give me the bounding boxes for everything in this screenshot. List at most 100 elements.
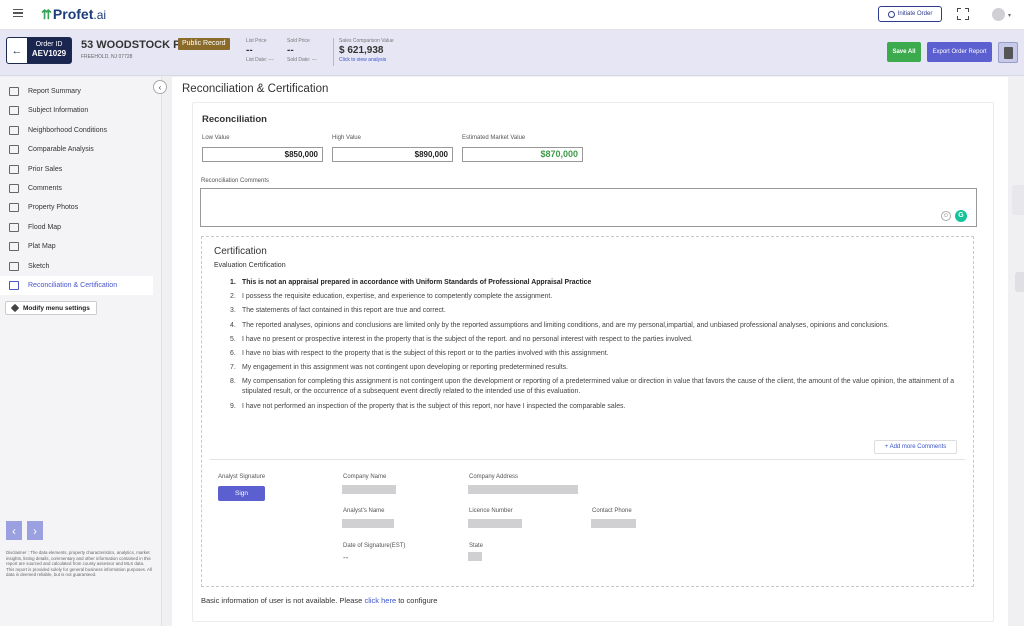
certification-item: 5. I have no present or prospective inter… bbox=[230, 335, 693, 343]
list-price: List Price -- List Date: --- bbox=[246, 38, 274, 63]
certification-item: 7. My engagement in this assignment was n… bbox=[230, 364, 568, 372]
low-value-label: Low Value bbox=[202, 135, 230, 141]
sidebar-item-label: Flood Map bbox=[28, 223, 62, 231]
property-city: FREEHOLD, NJ 07728 bbox=[81, 54, 133, 60]
chevron-down-icon[interactable]: ▾ bbox=[1008, 12, 1011, 19]
certification-item: 3. The statements of fact contained in th… bbox=[230, 307, 446, 315]
divider bbox=[210, 459, 965, 460]
sidebar-item-property-photos[interactable]: Property Photos bbox=[0, 198, 153, 217]
company-name-label: Company Name bbox=[343, 474, 387, 480]
plat-icon bbox=[9, 242, 19, 252]
estimated-market-value-label: Estimated Market Value bbox=[462, 135, 526, 141]
sidebar-item-label: Subject Information bbox=[28, 107, 89, 115]
low-value-field[interactable]: $850,000 bbox=[202, 147, 323, 162]
licence-number-value bbox=[468, 519, 522, 528]
company-name-value bbox=[342, 485, 396, 494]
sidebar-item-label: Property Photos bbox=[28, 204, 79, 212]
sidebar-item-label: Report Summary bbox=[28, 88, 81, 95]
disclaimer: Disclaimer : The data elements, property… bbox=[6, 550, 152, 578]
sidebar-item-comparable-analysis[interactable]: Comparable Analysis bbox=[0, 140, 153, 159]
certification-icon bbox=[9, 281, 19, 290]
chevron-left-icon[interactable]: ‹ bbox=[153, 80, 167, 94]
date-of-signature-value: -- bbox=[343, 553, 349, 562]
date-of-signature-label: Date of Signature(EST) bbox=[343, 543, 406, 549]
order-id: Order ID AEV1029 bbox=[27, 38, 71, 63]
sidebar-item-comments[interactable]: Comments bbox=[0, 179, 153, 198]
contact-phone-label: Contact Phone bbox=[592, 508, 632, 514]
sidebar-item-label: Prior Sales bbox=[28, 165, 63, 173]
state-value bbox=[468, 552, 482, 561]
document-icon[interactable] bbox=[998, 42, 1018, 63]
sidebar-item-subject-information[interactable]: Subject Information bbox=[0, 101, 153, 120]
prev-page-button[interactable]: ‹ bbox=[6, 521, 22, 540]
report-icon bbox=[9, 87, 19, 96]
company-address-label: Company Address bbox=[469, 474, 519, 480]
pencil-icon bbox=[10, 303, 20, 313]
power-icon[interactable]: ⏻ bbox=[941, 211, 951, 221]
neighborhood-icon bbox=[9, 125, 19, 135]
order-header: ← Order ID AEV1029 53 WOODSTOCK PL FREEH… bbox=[0, 30, 1024, 76]
estimated-market-value-field[interactable]: $870,000 bbox=[462, 147, 583, 162]
modify-menu-settings-button[interactable]: Modify menu settings bbox=[5, 301, 97, 315]
logo[interactable]: ⇈Profet.ai bbox=[41, 6, 106, 23]
reconciliation-comments-input[interactable]: ⏻ G bbox=[200, 188, 977, 227]
view-analysis-link[interactable]: Click to view analysis bbox=[339, 57, 386, 63]
evaluation-certification-label: Evaluation Certification bbox=[214, 262, 286, 269]
sidebar-item-reconciliation-certification[interactable]: Reconciliation & Certification bbox=[0, 276, 153, 295]
divider bbox=[333, 38, 334, 66]
sold-price: Sold Price -- Sold Date: --- bbox=[287, 38, 317, 63]
footer-note: Basic information of user is not availab… bbox=[201, 596, 438, 605]
high-value-label: High Value bbox=[332, 135, 361, 141]
configure-link[interactable]: click here bbox=[364, 596, 396, 605]
certification-list: 1. This is not an appraisal prepared in a… bbox=[230, 278, 960, 416]
sidebar-item-label: Sketch bbox=[28, 262, 50, 270]
flood-icon bbox=[9, 222, 19, 232]
sidebar-item-label: Reconciliation & Certification bbox=[28, 282, 118, 289]
certification-section: Certification Evaluation Certification 1… bbox=[201, 236, 974, 587]
sidebar-item-prior-sales[interactable]: Prior Sales bbox=[0, 160, 153, 179]
certification-item: 2. I possess the requisite education, exp… bbox=[230, 293, 553, 301]
main-content: Reconciliation & Certification Reconcili… bbox=[172, 77, 1008, 626]
sidebar-item-plat-map[interactable]: Plat Map bbox=[0, 237, 153, 256]
sidebar-item-label: Neighborhood Conditions bbox=[28, 126, 107, 134]
add-more-comments-button[interactable]: + Add more Comments bbox=[874, 440, 957, 454]
sidebar-item-sketch[interactable]: Sketch bbox=[0, 257, 153, 276]
sign-button[interactable]: Sign bbox=[218, 486, 265, 501]
avatar[interactable] bbox=[992, 8, 1005, 21]
menu-icon[interactable] bbox=[13, 9, 23, 17]
company-address-value bbox=[468, 485, 578, 494]
back-arrow-icon[interactable]: ← bbox=[7, 38, 27, 63]
side-tab[interactable] bbox=[1012, 185, 1024, 215]
certification-item: 9. I have not performed an inspection of … bbox=[230, 402, 626, 410]
order-id-box: ← Order ID AEV1029 bbox=[6, 37, 72, 64]
sidebar-item-label: Comparable Analysis bbox=[28, 146, 94, 154]
photo-icon bbox=[9, 203, 19, 213]
side-tab[interactable] bbox=[1015, 272, 1024, 292]
public-record-badge: Public Record bbox=[178, 38, 230, 50]
home-icon bbox=[9, 106, 19, 116]
certification-item: 6. I have no bias with respect to the pro… bbox=[230, 349, 609, 357]
grammarly-icon[interactable]: G bbox=[955, 210, 967, 222]
fullscreen-icon[interactable] bbox=[957, 8, 969, 20]
high-value-field[interactable]: $890,000 bbox=[332, 147, 453, 162]
bank-icon bbox=[9, 145, 19, 155]
export-order-report-button[interactable]: Export Order Report bbox=[927, 42, 992, 62]
certification-item: 4. The reported analyses, opinions and co… bbox=[230, 321, 889, 329]
sidebar-item-flood-map[interactable]: Flood Map bbox=[0, 218, 153, 237]
sidebar-item-report-summary[interactable]: Report Summary bbox=[0, 82, 153, 101]
certification-item: 1. This is not an appraisal prepared in a… bbox=[230, 279, 592, 286]
certification-item: 8. My compensation for completing this as… bbox=[230, 378, 955, 396]
search-icon bbox=[887, 10, 895, 18]
page-title: Reconciliation & Certification bbox=[182, 83, 329, 95]
initiate-order-button[interactable]: Initiate Order bbox=[878, 6, 942, 22]
reconciliation-card: Reconciliation Low Value $850,000 High V… bbox=[192, 102, 994, 622]
save-all-button[interactable]: Save All bbox=[887, 42, 921, 62]
next-page-button[interactable]: › bbox=[27, 521, 43, 540]
sales-comparison-value: Sales Comparison Value $ 621,938 Click t… bbox=[339, 38, 394, 63]
sidebar: ‹ Report Summary Subject Information Neigh… bbox=[0, 77, 167, 626]
analyst-signature-label: Analyst Signature bbox=[218, 474, 266, 480]
top-bar: ⇈Profet.ai Initiate Order ▾ bbox=[0, 0, 1024, 30]
sidebar-item-neighborhood-conditions[interactable]: Neighborhood Conditions bbox=[0, 121, 153, 140]
reconciliation-heading: Reconciliation bbox=[202, 114, 267, 125]
analyst-name-label: Analyst's Name bbox=[343, 508, 385, 514]
